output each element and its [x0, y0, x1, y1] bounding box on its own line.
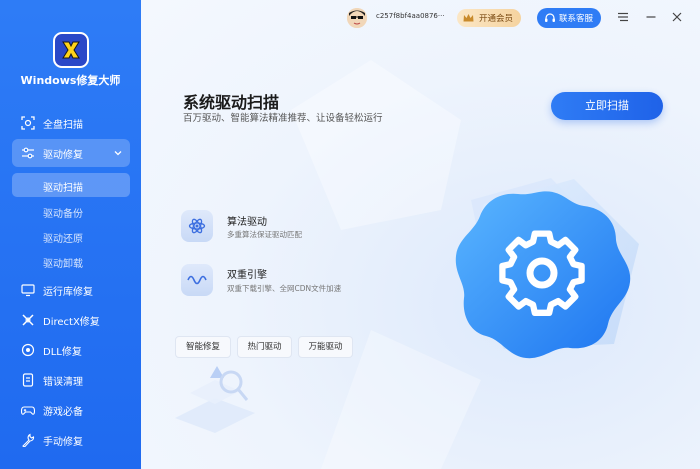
- feature-engine-title: 双重引擎: [227, 270, 267, 281]
- sidebar-item-error-clean[interactable]: 错误清理: [0, 365, 141, 395]
- app-name: Windows修复大师: [20, 74, 121, 87]
- dll-icon: [21, 343, 35, 357]
- chip-universal-drivers[interactable]: 万能驱动: [298, 336, 353, 358]
- clean-icon: [22, 373, 34, 387]
- magnifier-illustration: [175, 366, 255, 433]
- sidebar: Windows修复大师 全盘扫描 驱动修复 驱动扫描 驱动备份 驱动还原 驱动卸…: [0, 0, 141, 469]
- gear-illustration: [455, 179, 639, 359]
- atom-icon: [188, 218, 206, 234]
- sidebar-item-label: 运行库修复: [43, 287, 93, 298]
- gamepad-icon: [21, 406, 35, 415]
- sidebar-item-manual-repair[interactable]: 手动修复: [0, 425, 141, 455]
- sidebar-subitem-label: 驱动备份: [43, 209, 83, 220]
- app-logo: [53, 32, 89, 68]
- sidebar-item-label: 驱动修复: [43, 150, 83, 161]
- feature-algorithm-desc: 多重算法保证驱动匹配: [227, 230, 302, 239]
- sidebar-subitem-label: 驱动卸载: [43, 259, 83, 270]
- sidebar-subitem-driver-backup[interactable]: 驱动备份: [12, 199, 130, 223]
- sidebar-item-full-scan[interactable]: 全盘扫描: [0, 108, 141, 138]
- sidebar-subitem-label: 驱动还原: [43, 234, 83, 245]
- sidebar-item-label: 手动修复: [43, 437, 83, 448]
- chip-hot-drivers[interactable]: 热门驱动: [237, 336, 292, 358]
- sidebar-item-label: DLL修复: [43, 347, 82, 358]
- sidebar-item-driver-repair[interactable]: 驱动修复: [12, 139, 130, 167]
- wrench-icon: [22, 433, 35, 447]
- monitor-icon: [21, 284, 35, 297]
- directx-icon: [22, 314, 34, 326]
- sidebar-subitem-driver-restore[interactable]: 驱动还原: [12, 224, 130, 248]
- sidebar-item-label: DirectX修复: [43, 317, 100, 328]
- sidebar-item-label: 全盘扫描: [43, 120, 83, 131]
- sidebar-item-directx-repair[interactable]: DirectX修复: [0, 305, 141, 335]
- main-panel: c257f8bf4aa0876··· 开通会员 联系客服 系统驱动扫描 百万驱动…: [141, 0, 700, 469]
- sidebar-item-runtime-repair[interactable]: 运行库修复: [0, 275, 141, 305]
- sliders-icon: [22, 147, 34, 159]
- feature-engine-icon-box: [181, 264, 213, 296]
- sidebar-subitem-label: 驱动扫描: [43, 183, 83, 194]
- sidebar-item-label: 游戏必备: [43, 407, 83, 418]
- chevron-down-icon: [114, 151, 122, 156]
- scan-now-button[interactable]: 立即扫描: [551, 92, 663, 120]
- sidebar-item-game-essentials[interactable]: 游戏必备: [0, 395, 141, 425]
- chip-smart-repair[interactable]: 智能修复: [175, 336, 231, 358]
- logo-x-icon: [62, 41, 80, 59]
- sidebar-item-dll-repair[interactable]: DLL修复: [0, 335, 141, 365]
- wave-icon: [187, 275, 207, 285]
- scan-icon: [21, 116, 35, 130]
- feature-algorithm-title: 算法驱动: [227, 217, 267, 228]
- sidebar-subitem-driver-scan[interactable]: 驱动扫描: [12, 173, 130, 197]
- sidebar-item-label: 错误清理: [43, 377, 83, 388]
- sidebar-subitem-driver-uninstall[interactable]: 驱动卸载: [12, 249, 130, 273]
- feature-engine-desc: 双重下载引擎、全网CDN文件加速: [227, 284, 342, 293]
- page-subtitle: 百万驱动、智能算法精准推荐、让设备轻松运行: [183, 113, 383, 124]
- feature-algorithm-icon-box: [181, 210, 213, 242]
